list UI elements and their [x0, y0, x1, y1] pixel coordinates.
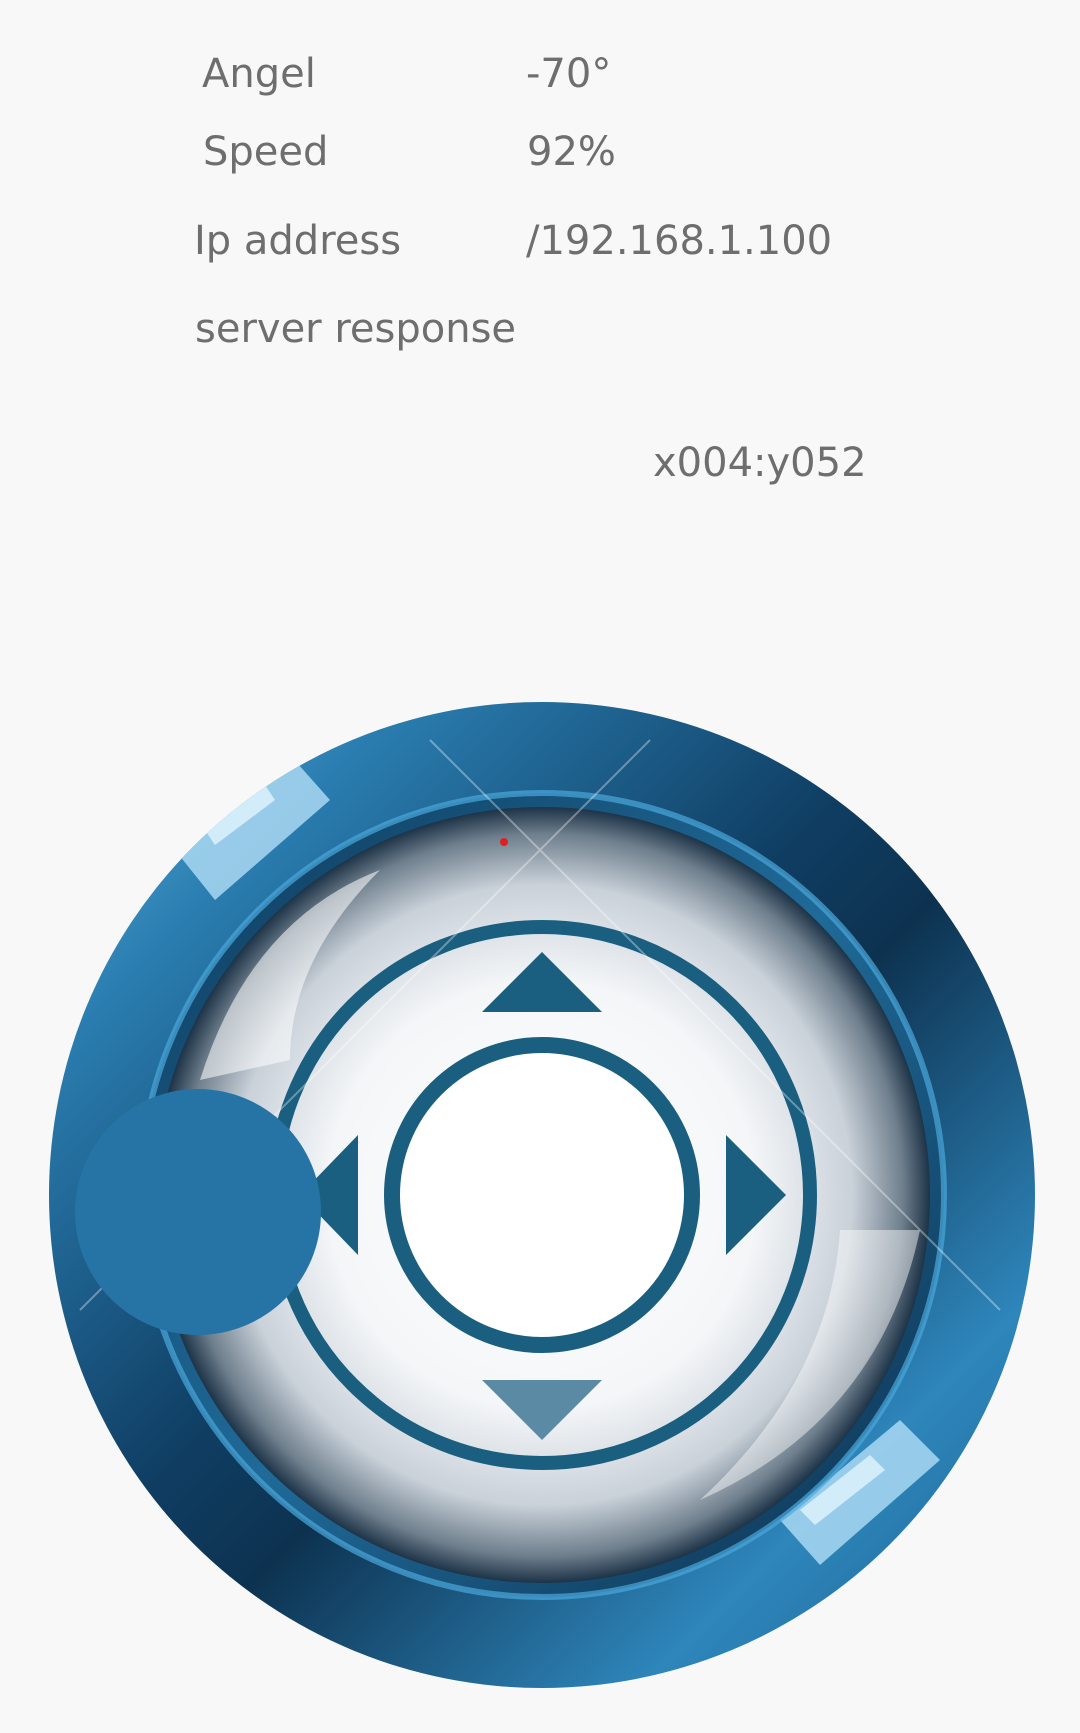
joystick-pad[interactable]: [0, 0, 1080, 1733]
joystick-knob[interactable]: [75, 1089, 321, 1335]
center-ring: [384, 1037, 700, 1353]
indicator-dot: [500, 838, 508, 846]
